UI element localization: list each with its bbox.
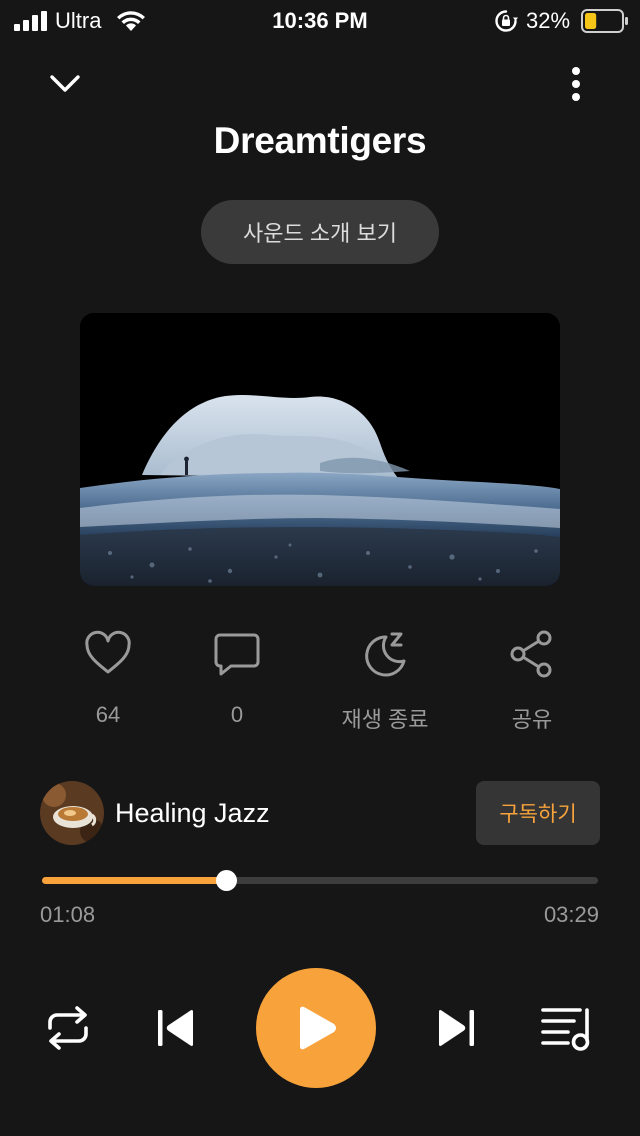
repeat-button[interactable]: [42, 1004, 94, 1052]
comment-icon: [214, 633, 260, 676]
more-vertical-icon: [572, 67, 580, 101]
track-title: Dreamtigers: [213, 120, 427, 161]
heart-icon: [85, 630, 131, 674]
like-button[interactable]: 64: [33, 628, 183, 738]
play-icon: [300, 1006, 336, 1050]
chevron-down-icon: [50, 75, 80, 92]
progress-bar[interactable]: [42, 870, 598, 891]
queue-icon: [541, 1008, 590, 1051]
subscribe-button[interactable]: 구독하기: [476, 781, 600, 845]
sleep-timer-button[interactable]: 재생 종료: [310, 628, 460, 738]
coffee-cup-image: [40, 781, 104, 845]
share-label: 공유: [511, 707, 553, 732]
progress-thumb[interactable]: [216, 870, 237, 891]
queue-button[interactable]: [540, 1004, 594, 1052]
previous-icon: [158, 1010, 193, 1046]
next-icon: [439, 1010, 474, 1046]
share-button[interactable]: 공유: [457, 628, 607, 738]
current-time: 01:08: [40, 902, 96, 927]
orientation-lock-icon: [495, 10, 518, 32]
comment-count: 0: [230, 702, 244, 727]
comment-button[interactable]: 0: [162, 628, 312, 738]
like-count: 64: [95, 702, 121, 727]
collapse-button[interactable]: [44, 64, 86, 104]
more-options-button[interactable]: [556, 62, 596, 106]
sleep-timer-label: 재생 종료: [341, 707, 429, 732]
battery-icon: [581, 9, 628, 33]
channel-avatar[interactable]: [40, 781, 104, 845]
next-button[interactable]: [434, 1006, 478, 1050]
channel-name[interactable]: Healing Jazz: [115, 798, 270, 829]
sound-intro-button[interactable]: 사운드 소개 보기: [201, 200, 439, 264]
battery-percent: 32%: [526, 8, 571, 33]
share-icon: [510, 630, 552, 678]
sleep-moon-icon: [365, 632, 406, 677]
play-button[interactable]: [256, 968, 376, 1088]
progress-fill: [42, 877, 226, 884]
total-time: 03:29: [543, 902, 599, 927]
status-bar: Ultra 10:36 PM 32%: [0, 0, 640, 44]
repeat-icon: [48, 1006, 88, 1050]
cave-seascape-image: [80, 313, 560, 586]
previous-button[interactable]: [154, 1006, 198, 1050]
album-artwork: [80, 313, 560, 586]
